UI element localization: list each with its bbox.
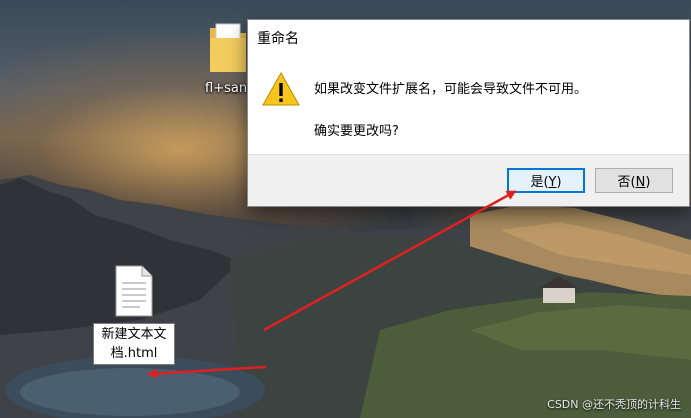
csdn-watermark: CSDN @还不秃顶的计科生: [547, 398, 681, 411]
red-arrow-to-yes-button: [263, 190, 517, 332]
annotation-arrows: [147, 190, 517, 379]
red-arrow-to-file-label: [147, 365, 267, 379]
